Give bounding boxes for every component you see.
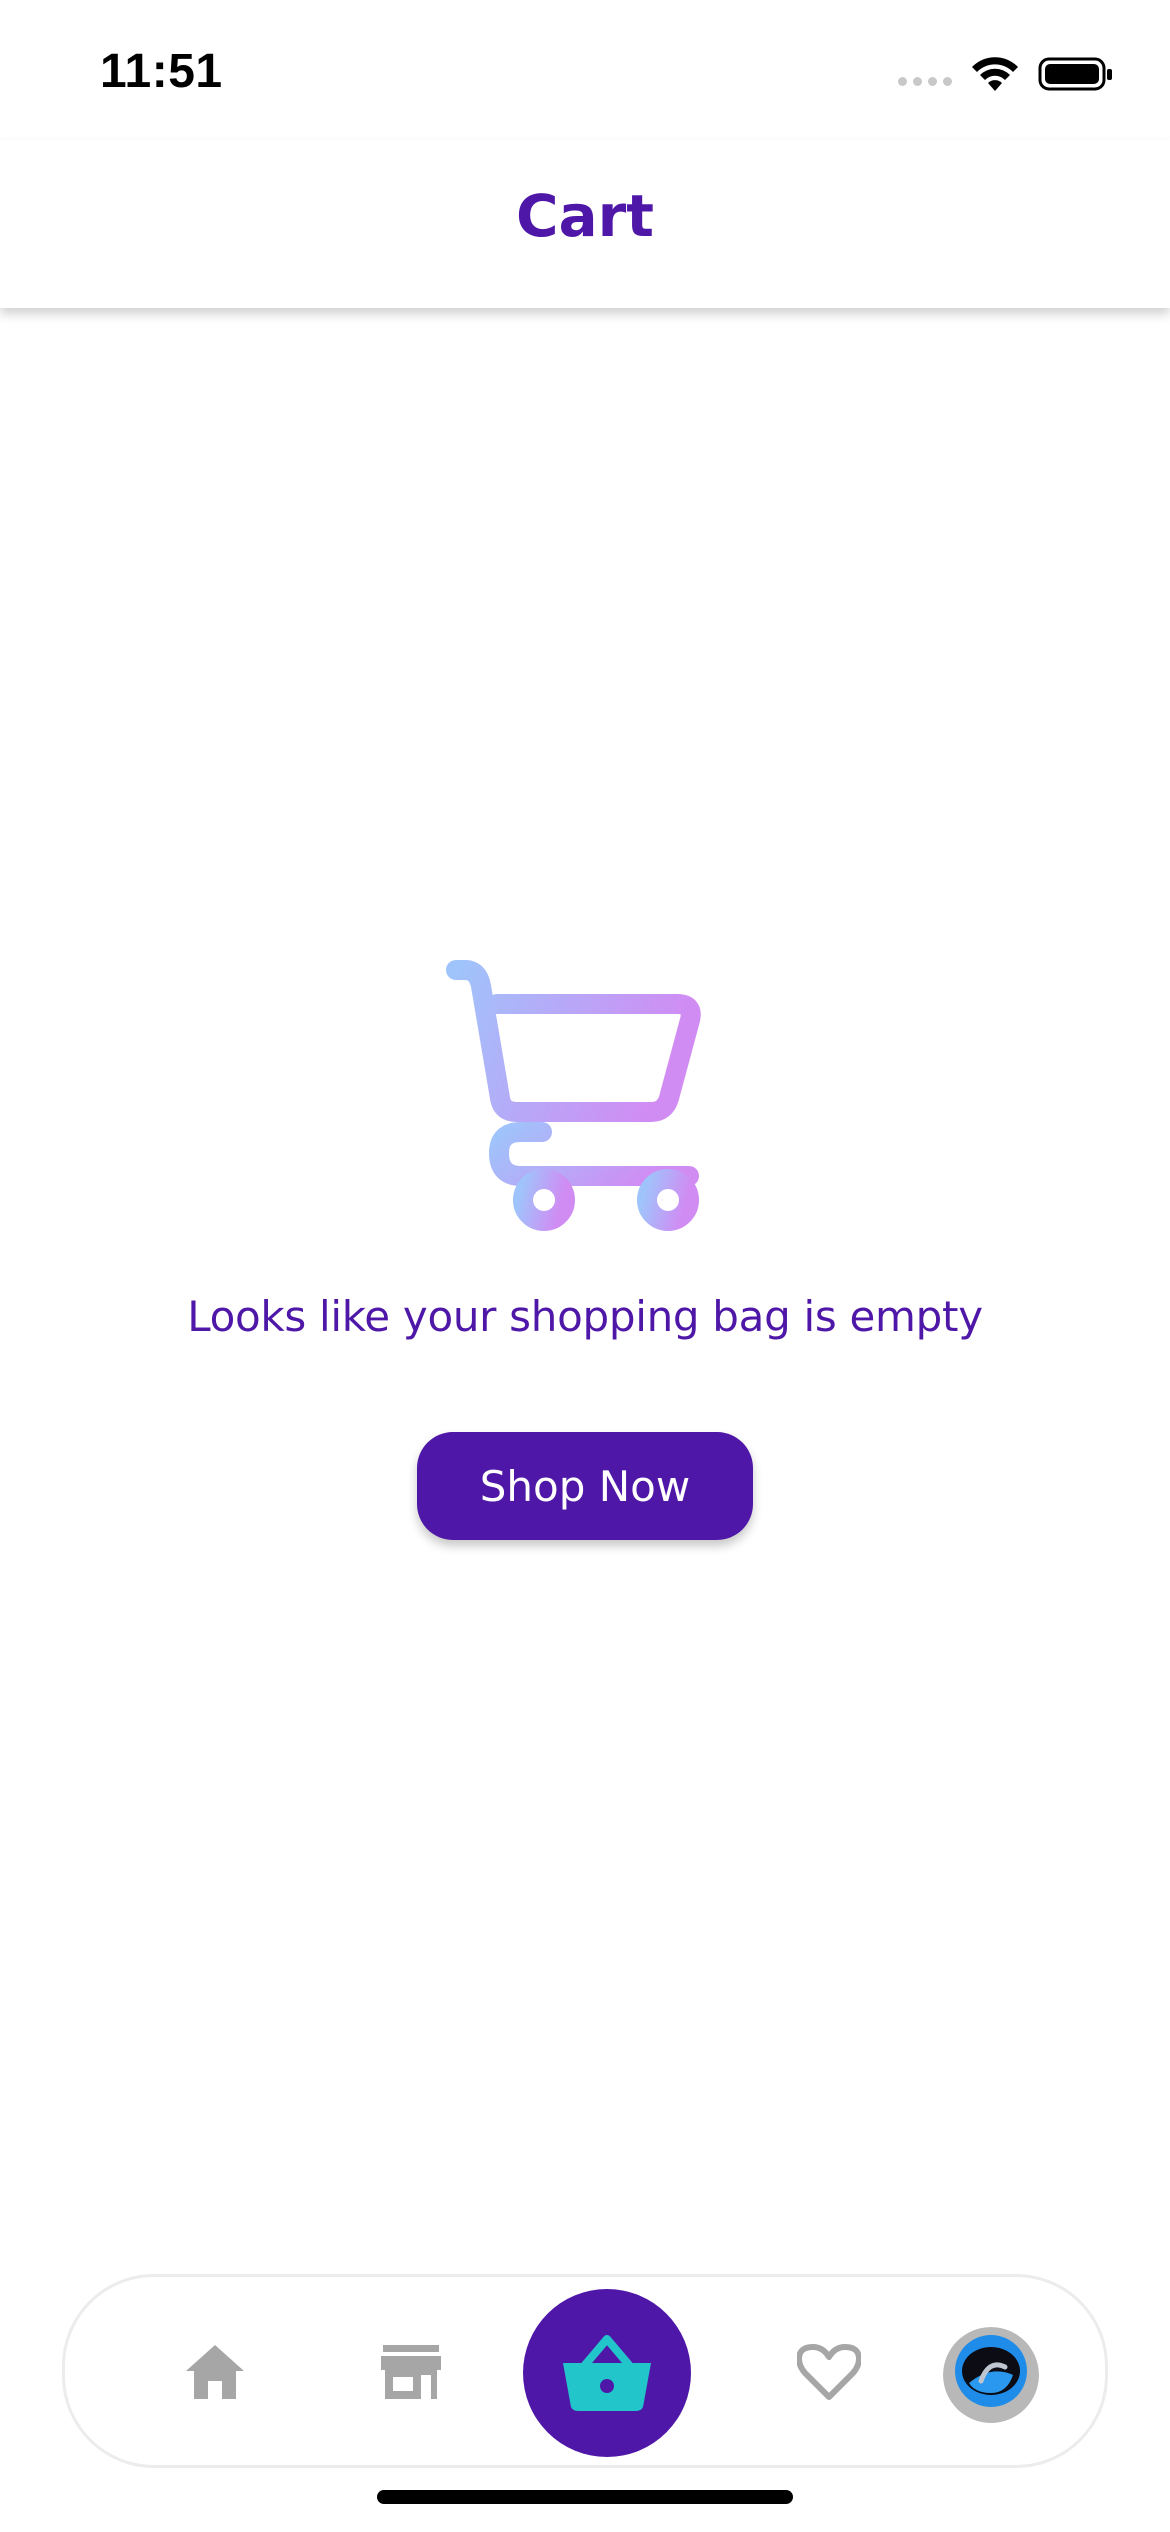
signal-icon: [898, 76, 952, 86]
home-icon: [186, 2345, 244, 2399]
nav-profile[interactable]: [943, 2327, 1039, 2423]
basket-icon: [563, 2335, 651, 2411]
home-indicator: [377, 2490, 793, 2504]
nav-store[interactable]: [361, 2327, 461, 2417]
heart-icon: [797, 2344, 861, 2400]
nav-favorites[interactable]: [779, 2327, 879, 2417]
shop-now-button[interactable]: Shop Now: [417, 1432, 753, 1540]
avatar: [943, 2327, 1039, 2423]
header: Cart: [0, 140, 1170, 308]
shopping-cart-icon: [446, 960, 701, 1231]
bottom-nav: [62, 2274, 1108, 2468]
wifi-icon: [972, 57, 1018, 91]
status-bar: 11:51: [0, 0, 1170, 140]
battery-icon: [1038, 57, 1112, 91]
page-title: Cart: [515, 182, 655, 250]
nav-cart[interactable]: [523, 2289, 691, 2457]
store-icon: [381, 2345, 441, 2399]
empty-cart-message: Looks like your shopping bag is empty: [187, 1292, 983, 1341]
nav-home[interactable]: [165, 2327, 265, 2417]
status-icons: [898, 52, 1114, 96]
status-time: 11:51: [100, 45, 223, 98]
